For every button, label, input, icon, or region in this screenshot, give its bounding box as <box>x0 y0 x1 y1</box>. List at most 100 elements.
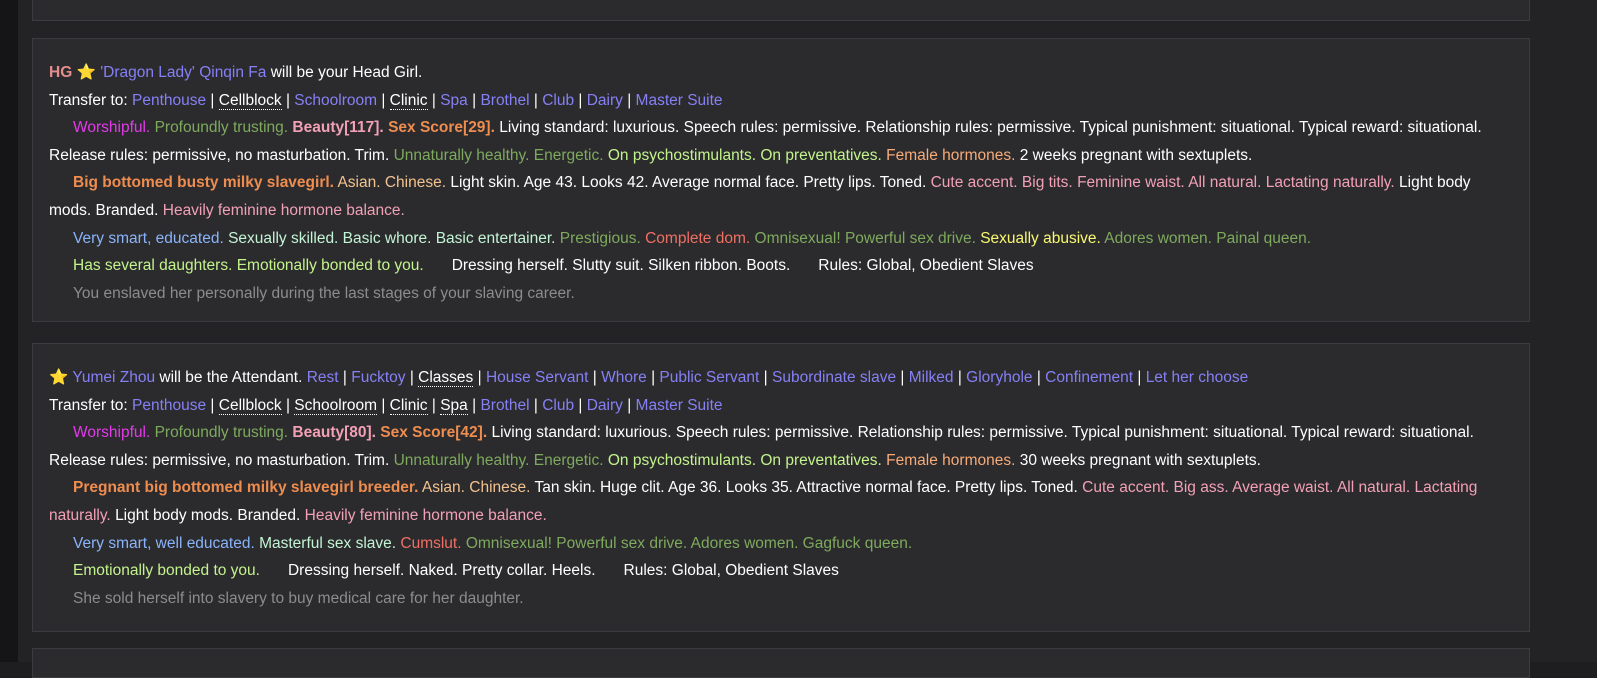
assign-public-servant-link[interactable]: Public Servant <box>659 369 759 386</box>
transfer-schoolroom-link[interactable]: Schoolroom <box>294 396 378 415</box>
left-sidebar-strip <box>0 0 18 662</box>
transfer-cellblock-link[interactable]: Cellblock <box>218 396 282 415</box>
orientation-text: Omnisexual! Powerful sex drive. Adores w… <box>465 534 913 552</box>
transfer-spa-link[interactable]: Spa <box>440 396 468 415</box>
lactation-text: Lactating naturally. <box>1265 174 1395 192</box>
dom-text: Complete dom. <box>645 229 751 247</box>
pregnancy-text: 2 weeks pregnant with sextuplets. <box>1019 146 1253 164</box>
assign-classes-link[interactable]: Classes <box>418 369 474 387</box>
nationality-text: Chinese. <box>384 174 447 192</box>
sex-score: Sex Score[42]. <box>380 424 488 442</box>
clothing-text: Dressing herself. Slutty suit. Silken ri… <box>451 257 791 275</box>
prestige-text: Prestigious. <box>559 229 641 247</box>
tits-text: Big tits. <box>1021 174 1073 192</box>
assign-milked-link[interactable]: Milked <box>909 369 954 386</box>
rules-text: Rules: Global, Obedient Slaves <box>623 562 839 580</box>
race-text: Asian. <box>337 174 381 192</box>
transfer-dairy-link[interactable]: Dairy <box>587 92 623 109</box>
sex-score: Sex Score[29]. <box>388 119 495 137</box>
skills-line: Very smart, well educated. Masterful sex… <box>49 530 1513 558</box>
energy-text: Energetic. <box>533 451 604 469</box>
hormones-text: Female hormones. <box>886 146 1016 164</box>
transfer-line: Transfer to: Penthouse | Cellblock | Sch… <box>49 396 723 415</box>
hormones-text: Female hormones. <box>886 451 1016 469</box>
assign-let-her-choose-link[interactable]: Let her choose <box>1146 369 1249 386</box>
transfer-dairy-link[interactable]: Dairy <box>587 397 623 414</box>
slave-header-line: ⭐ Yumei Zhou will be the Attendant. Rest… <box>49 369 1249 387</box>
body-description: Tan skin. Huge clit. Age 36. Looks 35. A… <box>534 479 1078 497</box>
transfer-cellblock-link[interactable]: Cellblock <box>218 91 282 110</box>
family-text: Has several daughters. Emotionally bonde… <box>73 257 424 275</box>
accent-text: Cute accent. <box>930 174 1018 192</box>
transfer-penthouse-link[interactable]: Penthouse <box>132 92 206 109</box>
assign-fucktoy-link[interactable]: Fucktoy <box>351 369 405 386</box>
energy-text: Energetic. <box>533 146 604 164</box>
physical-description-paragraph: Big bottomed busty milky slavegirl. Asia… <box>49 169 1513 224</box>
ass-text: Big ass. <box>1173 479 1229 497</box>
slave-name-link[interactable]: 'Dragon Lady' Qinqin Fa <box>100 64 266 81</box>
assign-house-servant-link[interactable]: House Servant <box>486 369 589 386</box>
body-description: Light skin. Age 43. Looks 42. Average no… <box>450 174 927 192</box>
health-text: Unnaturally healthy. <box>393 451 530 469</box>
rules-text: Rules: Global, Obedient Slaves <box>818 257 1034 275</box>
transfer-label: Transfer to: <box>49 396 128 414</box>
skills-text: Masterful sex slave. <box>259 534 397 552</box>
intelligence-text: Very smart, educated. <box>73 229 224 247</box>
assign-rest-link[interactable]: Rest <box>307 369 339 386</box>
slave-card-next <box>32 648 1530 678</box>
transfer-spa-link[interactable]: Spa <box>440 92 468 109</box>
family-clothing-line: Emotionally bonded to you. Dressing herse… <box>49 557 1513 585</box>
transfer-schoolroom-link[interactable]: Schoolroom <box>294 92 377 109</box>
flaw-text: Cumslut. <box>400 534 462 552</box>
mental-status-paragraph: Worshipful. Profoundly trusting. Beauty[… <box>49 114 1513 169</box>
orientation-text: Omnisexual! Powerful sex drive. <box>754 229 976 247</box>
preventatives-text: On preventatives. <box>760 451 882 469</box>
assign-subordinate-slave-link[interactable]: Subordinate slave <box>772 369 896 386</box>
origin-text: You enslaved her personally during the l… <box>73 284 575 302</box>
natural-text: All natural. <box>1188 174 1262 192</box>
slave-title: Big bottomed busty milky slavegirl. <box>73 174 334 192</box>
transfer-master-suite-link[interactable]: Master Suite <box>636 397 723 414</box>
hormone-balance-text: Heavily feminine hormone balance. <box>162 201 405 219</box>
slave-card-previous <box>32 0 1530 21</box>
beauty-score: Beauty[117]. <box>292 119 384 137</box>
assign-gloryhole-link[interactable]: Gloryhole <box>966 369 1032 386</box>
hg-tag: HG <box>49 64 73 81</box>
transfer-master-suite-link[interactable]: Master Suite <box>636 92 723 109</box>
slave-title: Pregnant big bottomed milky slavegirl br… <box>73 479 419 497</box>
assign-whore-link[interactable]: Whore <box>601 369 647 386</box>
family-clothing-line: Has several daughters. Emotionally bonde… <box>49 252 1513 280</box>
slave-nickname: 'Dragon Lady' <box>100 64 195 81</box>
body-mods-text: Light body mods. Branded. <box>115 506 301 524</box>
fetish-text: Adores women. Painal queen. <box>1104 229 1312 247</box>
assign-confinement-link[interactable]: Confinement <box>1045 369 1133 386</box>
star-icon: ⭐ <box>49 369 69 386</box>
devotion-text: Worshipful. <box>73 119 151 137</box>
transfer-clinic-link[interactable]: Clinic <box>389 91 428 110</box>
slave-card-attendant: ⭐ Yumei Zhou will be the Attendant. Rest… <box>32 343 1530 632</box>
health-text: Unnaturally healthy. <box>393 146 530 164</box>
transfer-clinic-link[interactable]: Clinic <box>389 396 428 415</box>
devotion-text: Worshipful. <box>73 424 151 442</box>
transfer-brothel-link[interactable]: Brothel <box>480 397 529 414</box>
role-text: will be the Attendant. <box>159 369 303 386</box>
beauty-score: Beauty[80]. <box>292 424 376 442</box>
flaw-text: Sexually abusive. <box>980 229 1101 247</box>
transfer-club-link[interactable]: Club <box>542 397 574 414</box>
transfer-line: Transfer to: Penthouse | Cellblock | Sch… <box>49 91 723 110</box>
natural-text: All natural. <box>1336 479 1411 497</box>
drugs-text: On psychostimulants. <box>607 451 757 469</box>
main-content: HG ⭐ 'Dragon Lady' Qinqin Fa will be you… <box>18 0 1597 678</box>
transfer-club-link[interactable]: Club <box>542 92 574 109</box>
transfer-penthouse-link[interactable]: Penthouse <box>132 397 206 414</box>
physical-description-paragraph: Pregnant big bottomed milky slavegirl br… <box>49 474 1513 529</box>
race-text: Asian. <box>421 479 465 497</box>
mental-status-paragraph: Worshipful. Profoundly trusting. Beauty[… <box>49 419 1513 474</box>
slave-header-line: HG ⭐ 'Dragon Lady' Qinqin Fa will be you… <box>49 59 1513 87</box>
transfer-brothel-link[interactable]: Brothel <box>480 92 529 109</box>
clothing-text: Dressing herself. Naked. Pretty collar. … <box>287 562 596 580</box>
accent-text: Cute accent. <box>1082 479 1170 497</box>
pregnancy-text: 30 weeks pregnant with sextuplets. <box>1019 451 1261 469</box>
trust-text: Profoundly trusting. <box>154 424 289 442</box>
slave-name-link[interactable]: Yumei Zhou <box>72 369 155 386</box>
